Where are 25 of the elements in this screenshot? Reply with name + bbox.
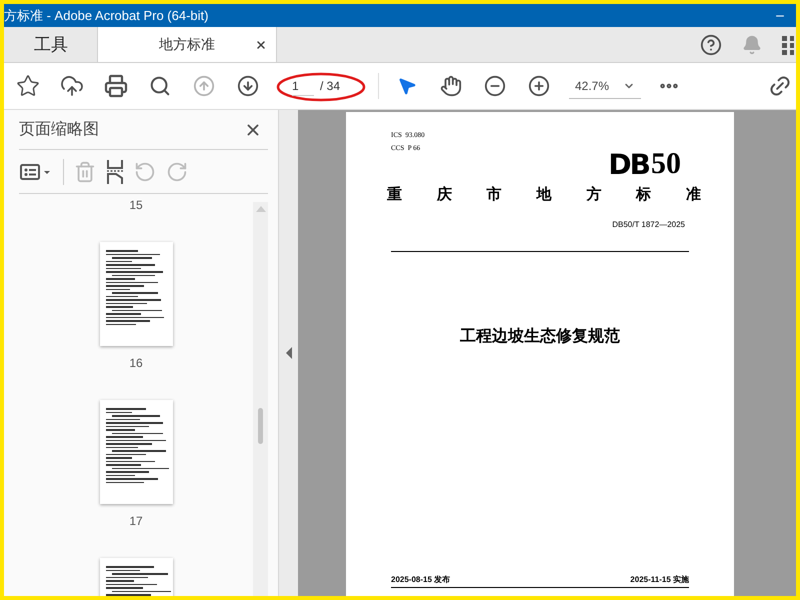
help-icon[interactable]: [700, 34, 722, 56]
tab[interactable]: 工具: [4, 27, 97, 62]
page-number-label: 16: [129, 355, 143, 372]
zoom-dropdown[interactable]: 42.7%: [569, 73, 641, 99]
document-title: 工程边坡生态修复规范: [460, 326, 620, 347]
publish-date: 2025-08-15 发布: [391, 574, 450, 586]
page-number-field[interactable]: 1: [292, 76, 314, 96]
tab[interactable]: 地方标准: [97, 27, 277, 62]
options-menu-icon[interactable]: [19, 162, 53, 182]
panel-title: 页面缩略图: [19, 120, 99, 140]
page-thumbnail[interactable]: [100, 400, 172, 504]
collapse-arrow-icon[interactable]: [286, 347, 292, 359]
scrollbar-thumb[interactable]: [258, 408, 263, 444]
close-icon[interactable]: [255, 38, 267, 50]
page-number-label: 15: [129, 197, 143, 214]
page-count: / 34: [320, 78, 340, 95]
standard-logo: DB50: [608, 149, 681, 179]
standard-code: DB50/T 1872—2025: [612, 219, 685, 231]
page-number-label: 17: [129, 513, 143, 530]
page-thumbnail[interactable]: [100, 242, 172, 346]
split-page-icon[interactable]: [106, 160, 124, 184]
apps-grid-icon[interactable]: [782, 34, 794, 54]
standard-heading: 重庆市地方标准: [387, 185, 701, 205]
window-title: 方标准 - Adobe Acrobat Pro (64-bit): [4, 6, 208, 25]
effective-date: 2025-11-15 实施: [630, 574, 689, 586]
